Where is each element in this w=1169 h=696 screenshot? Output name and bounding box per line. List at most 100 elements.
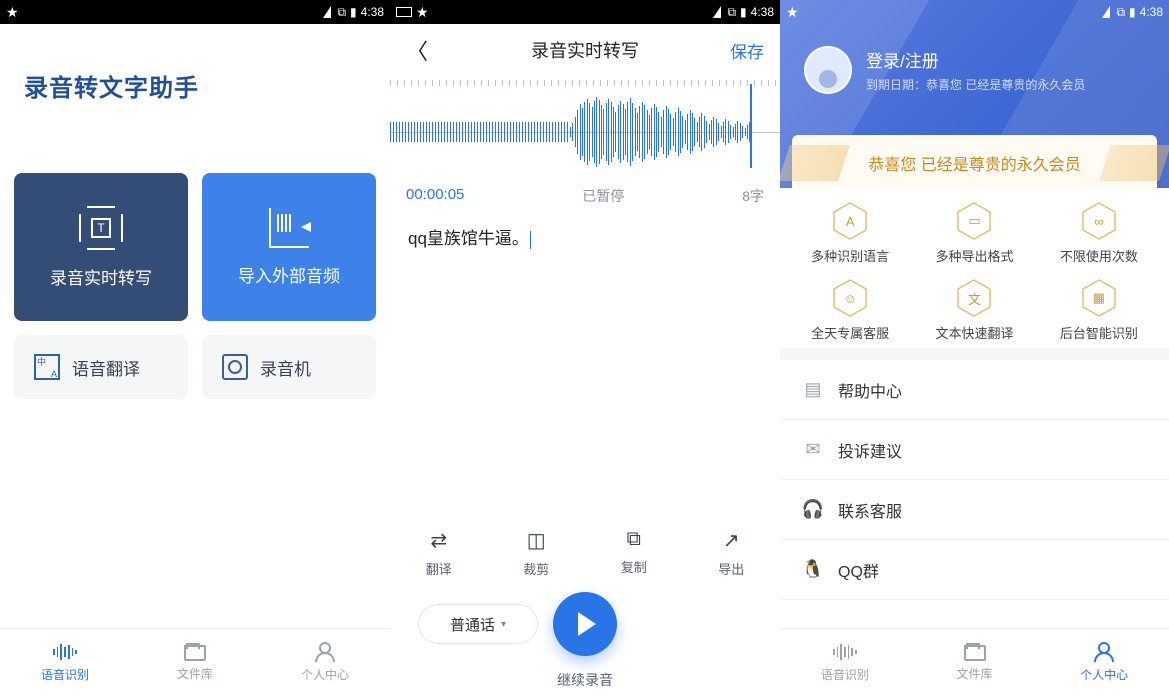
tool-copy[interactable]: ⧉ 复制 <box>621 528 647 578</box>
feature-label: 后台智能识别 <box>1060 323 1138 342</box>
card-label: 录音机 <box>260 355 311 380</box>
network-off-icon: ⧉ <box>337 5 346 20</box>
import-audio-icon <box>269 208 309 248</box>
network-off-icon: ⧉ <box>727 5 736 20</box>
menu-contact[interactable]: 🎧 联系客服 <box>780 480 1169 540</box>
menu-label: QQ群 <box>838 558 879 582</box>
card-import-audio[interactable]: 导入外部音频 <box>202 173 376 321</box>
vip-banner[interactable]: 恭喜您 已经是尊贵的永久会员 <box>792 135 1157 188</box>
card-recorder[interactable]: 录音机 <box>202 335 376 399</box>
expire-label: 到期日期： <box>866 78 926 92</box>
cursor-icon <box>530 231 531 249</box>
text-frame-icon: T <box>79 206 123 250</box>
tool-trim[interactable]: ◫ 裁剪 <box>523 528 549 578</box>
waveform-icon <box>53 642 77 662</box>
tool-export[interactable]: ↗ 导出 <box>718 528 744 578</box>
profile-row[interactable]: 登录/注册 到期日期：恭喜您 已经是尊贵的永久会员 <box>780 18 1169 94</box>
nav-files[interactable]: 文件库 <box>130 629 260 696</box>
feature-support: ☺ 全天专属客服 <box>788 283 912 342</box>
login-link[interactable]: 登录/注册 <box>866 47 1085 72</box>
help-icon: ▤ <box>802 379 824 401</box>
feature-background: ▦ 后台智能识别 <box>1037 283 1161 342</box>
feature-label: 多种导出格式 <box>935 246 1013 265</box>
folder-icon <box>964 645 986 661</box>
tool-label: 复制 <box>621 557 647 576</box>
back-button[interactable]: 〈 <box>406 34 428 66</box>
nav-label: 文件库 <box>177 665 213 682</box>
hex-icon: ▦ <box>1082 283 1116 313</box>
language-select[interactable]: 普通话 ▾ <box>418 604 538 644</box>
copy-icon: ⧉ <box>627 528 641 551</box>
screen-home: ★ ⧉ ▮ 4:38 录音转文字助手 T 录音实时转写 导入外部音频 语音翻译 <box>0 0 390 696</box>
export-icon: ↗ <box>723 528 740 553</box>
waveform-quiet <box>390 122 570 142</box>
nav-files[interactable]: 文件库 <box>910 629 1040 696</box>
feature-fast-translate: 文 文本快速翻译 <box>912 283 1036 342</box>
status-bar: ★ ⧉ ▮ 4:38 <box>0 0 390 24</box>
status-time: 4:38 <box>361 5 384 19</box>
feature-languages: A 多种识别语言 <box>788 206 912 265</box>
record-label: 继续录音 <box>390 660 780 696</box>
tool-label: 导出 <box>718 559 744 578</box>
play-icon <box>578 612 596 636</box>
tool-row: ⇄ 翻译 ◫ 裁剪 ⧉ 复制 ↗ 导出 <box>390 524 780 578</box>
feature-label: 多种识别语言 <box>811 246 889 265</box>
playhead-icon <box>750 84 752 168</box>
qq-icon: 🐧 <box>802 559 824 581</box>
feature-unlimited: ∞ 不限使用次数 <box>1037 206 1161 265</box>
screen-transcribe: ★ ⧉ ▮ 4:38 〈 录音实时转写 保存 00:00:05 已暂停 8字 q… <box>390 0 780 696</box>
control-row: 普通话 ▾ <box>390 578 780 660</box>
tool-translate[interactable]: ⇄ 翻译 <box>426 528 452 578</box>
signal-icon <box>323 6 331 18</box>
card-label: 语音翻译 <box>72 355 140 380</box>
status-time: 4:38 <box>751 5 774 19</box>
nav-me[interactable]: 个人中心 <box>260 629 390 696</box>
battery-icon: ▮ <box>740 5 747 19</box>
screen-profile: ★ ⧉ ▮ 4:38 登录/注册 到期日期：恭喜您 已经是尊贵的永久会员 恭喜您… <box>780 0 1169 696</box>
banner-text: 恭喜您 已经是尊贵的永久会员 <box>868 151 1080 175</box>
menu-qq[interactable]: 🐧 QQ群 <box>780 540 1169 600</box>
nav-label: 个人中心 <box>301 666 349 683</box>
menu-label: 联系客服 <box>838 498 902 522</box>
star-icon: ★ <box>786 4 799 21</box>
card-realtime-transcribe[interactable]: T 录音实时转写 <box>14 173 188 321</box>
feature-export: ▭ 多种导出格式 <box>912 206 1036 265</box>
battery-icon: ▮ <box>1129 5 1136 19</box>
nav-me[interactable]: 个人中心 <box>1039 629 1169 696</box>
feature-label: 全天专属客服 <box>811 323 889 342</box>
save-button[interactable]: 保存 <box>730 38 764 63</box>
nav-voice[interactable]: 语音识别 <box>0 629 130 696</box>
status-time: 4:38 <box>1140 5 1163 19</box>
play-status: 已暂停 <box>582 186 624 206</box>
user-icon <box>313 642 337 662</box>
settings-list: ▤ 帮助中心 ✉ 投诉建议 🎧 联系客服 🐧 QQ群 <box>780 348 1169 600</box>
tool-label: 翻译 <box>426 559 452 578</box>
elapsed-time: 00:00:05 <box>406 186 464 206</box>
bottom-nav: 语音识别 文件库 个人中心 <box>780 628 1169 696</box>
feature-badges: A 多种识别语言 ▭ 多种导出格式 ∞ 不限使用次数 ☺ 全天专属客服 <box>780 188 1169 348</box>
menu-feedback[interactable]: ✉ 投诉建议 <box>780 420 1169 480</box>
status-bar: ★ ⧉ ▮ 4:38 <box>390 0 780 24</box>
card-voice-translate[interactable]: 语音翻译 <box>14 335 188 399</box>
nav-label: 个人中心 <box>1080 666 1128 683</box>
menu-label: 帮助中心 <box>838 378 902 402</box>
waveform-loud <box>570 96 750 168</box>
hex-icon: A <box>833 206 867 236</box>
avatar-icon <box>804 46 852 94</box>
nav-voice[interactable]: 语音识别 <box>780 629 910 696</box>
trim-icon: ◫ <box>527 528 546 553</box>
time-ruler <box>390 80 780 86</box>
feature-label: 不限使用次数 <box>1060 246 1138 265</box>
status-bar: ★ ⧉ ▮ 4:38 <box>780 0 1169 24</box>
menu-help[interactable]: ▤ 帮助中心 <box>780 360 1169 420</box>
profile-hero: 登录/注册 到期日期：恭喜您 已经是尊贵的永久会员 恭喜您 已经是尊贵的永久会员 <box>780 0 1169 188</box>
app-title-block: 录音转文字助手 <box>0 24 390 113</box>
waveform-display[interactable] <box>390 76 780 176</box>
transcript-text[interactable]: qq皇族馆牛逼。 <box>390 216 780 524</box>
signal-icon <box>1102 6 1110 18</box>
card-label: 录音实时转写 <box>50 264 152 289</box>
translate-icon: ⇄ <box>430 528 447 553</box>
feature-label: 文本快速翻译 <box>935 323 1013 342</box>
record-resume-button[interactable] <box>553 592 617 656</box>
hex-icon: ∞ <box>1082 206 1116 236</box>
